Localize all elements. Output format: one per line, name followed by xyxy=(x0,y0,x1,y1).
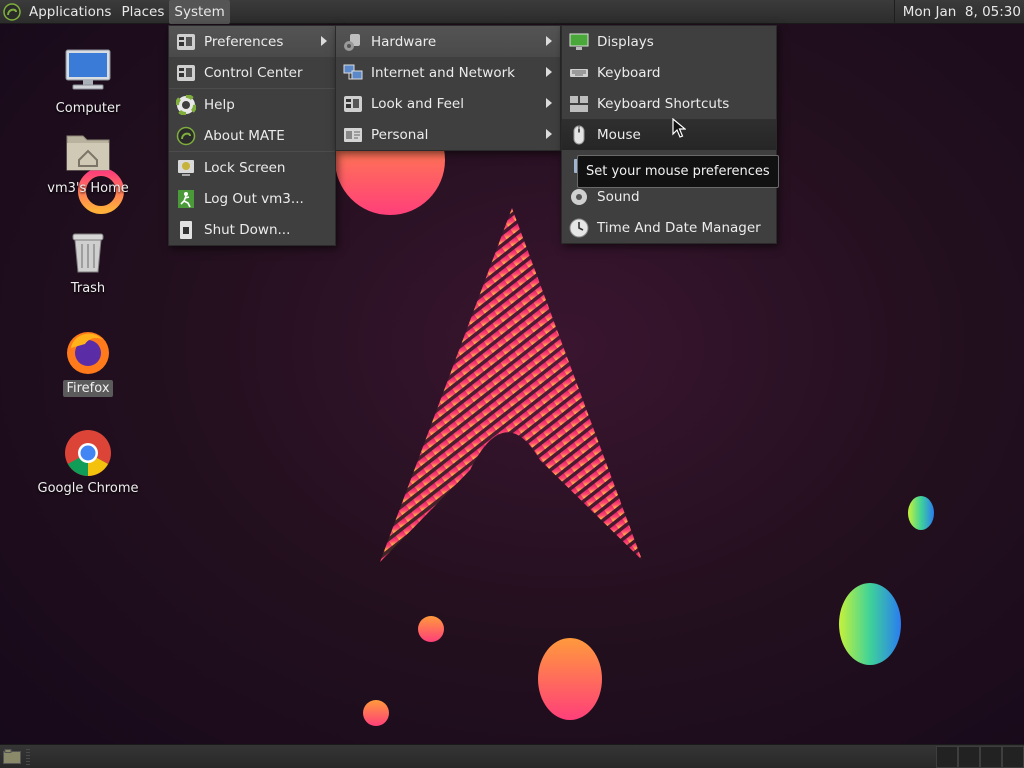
preferences-submenu: Hardware Internet and Network Look and F… xyxy=(335,25,561,151)
log-out-icon xyxy=(175,188,197,210)
menu-item-personal[interactable]: Personal xyxy=(336,119,560,150)
menu-item-internet-and-network[interactable]: Internet and Network xyxy=(336,57,560,88)
applications-menu[interactable]: Applications xyxy=(24,0,116,24)
lock-screen-icon xyxy=(175,157,197,179)
keyboard-icon xyxy=(568,62,590,84)
network-icon xyxy=(342,62,364,84)
about-mate-icon xyxy=(175,125,197,147)
control-center-icon xyxy=(175,62,197,84)
menu-item-preferences[interactable]: Preferences xyxy=(169,26,335,57)
displays-icon xyxy=(568,31,590,53)
preferences-icon xyxy=(175,31,197,53)
help-icon xyxy=(175,94,197,116)
hardware-icon xyxy=(342,31,364,53)
desktop-icon-label: Computer xyxy=(55,101,121,116)
desktop-icon-firefox[interactable]: Firefox xyxy=(38,324,138,397)
look-and-feel-icon xyxy=(342,93,364,115)
desktop-icon-google-chrome[interactable]: Google Chrome xyxy=(38,424,138,497)
workspace-4[interactable] xyxy=(1002,746,1024,768)
workspace-1[interactable] xyxy=(936,746,958,768)
menu-item-help[interactable]: Help xyxy=(169,89,335,120)
desktop-icon-label: Firefox xyxy=(63,380,113,397)
menu-item-control-center[interactable]: Control Center xyxy=(169,57,335,88)
mouse-icon xyxy=(568,124,590,146)
menu-item-lock-screen[interactable]: Lock Screen xyxy=(169,152,335,183)
computer-icon xyxy=(61,44,115,98)
menu-item-hardware[interactable]: Hardware xyxy=(336,26,560,57)
places-menu[interactable]: Places xyxy=(116,0,169,24)
workspace-3[interactable] xyxy=(980,746,1002,768)
mouse-cursor-icon xyxy=(672,118,686,138)
trash-icon xyxy=(61,224,115,278)
submenu-arrow-icon xyxy=(546,67,552,77)
system-menu-dropdown: Preferences Control Center Help About MA… xyxy=(168,25,336,246)
submenu-arrow-icon xyxy=(546,129,552,139)
desktop-icon-trash[interactable]: Trash xyxy=(38,224,138,297)
personal-icon xyxy=(342,124,364,146)
mouse-tooltip: Set your mouse preferences xyxy=(577,155,779,188)
submenu-arrow-icon xyxy=(321,36,327,46)
hardware-submenu: Displays Keyboard Keyboard Shortcuts Mou… xyxy=(561,25,777,244)
workspace-2[interactable] xyxy=(958,746,980,768)
clock-icon xyxy=(568,217,590,239)
menu-item-shut-down[interactable]: Shut Down... xyxy=(169,214,335,245)
submenu-arrow-icon xyxy=(546,36,552,46)
menu-item-time-and-date-manager[interactable]: Time And Date Manager xyxy=(562,212,776,243)
menu-item-keyboard-shortcuts[interactable]: Keyboard Shortcuts xyxy=(562,88,776,119)
show-desktop-icon[interactable] xyxy=(3,749,21,764)
mate-logo-icon[interactable] xyxy=(0,0,24,24)
shut-down-icon xyxy=(175,219,197,241)
firefox-icon xyxy=(61,324,115,378)
panel-handle[interactable] xyxy=(26,749,30,765)
desktop-icon-label: vm3's Home xyxy=(47,181,129,196)
desktop-icon-label: Trash xyxy=(70,281,106,296)
bottom-panel xyxy=(0,744,1024,768)
panel-clock[interactable]: Mon Jan 8, 05:30 xyxy=(893,0,1024,24)
menu-item-log-out[interactable]: Log Out vm3... xyxy=(169,183,335,214)
chrome-icon xyxy=(61,424,115,478)
keyboard-shortcuts-icon xyxy=(568,93,590,115)
menu-item-keyboard[interactable]: Keyboard xyxy=(562,57,776,88)
top-panel: Applications Places System Mon Jan 8, 05… xyxy=(0,0,1024,24)
menu-item-look-and-feel[interactable]: Look and Feel xyxy=(336,88,560,119)
desktop-icon-home[interactable]: vm3's Home xyxy=(38,124,138,197)
menu-item-mouse[interactable]: Mouse xyxy=(562,119,776,150)
desktop-icon-computer[interactable]: Computer xyxy=(38,44,138,117)
sound-icon xyxy=(568,186,590,208)
menu-item-displays[interactable]: Displays xyxy=(562,26,776,57)
system-menu[interactable]: System xyxy=(169,0,230,24)
menu-item-about-mate[interactable]: About MATE xyxy=(169,120,335,151)
home-folder-icon xyxy=(61,124,115,178)
desktop-icon-label: Google Chrome xyxy=(37,481,139,496)
submenu-arrow-icon xyxy=(546,98,552,108)
